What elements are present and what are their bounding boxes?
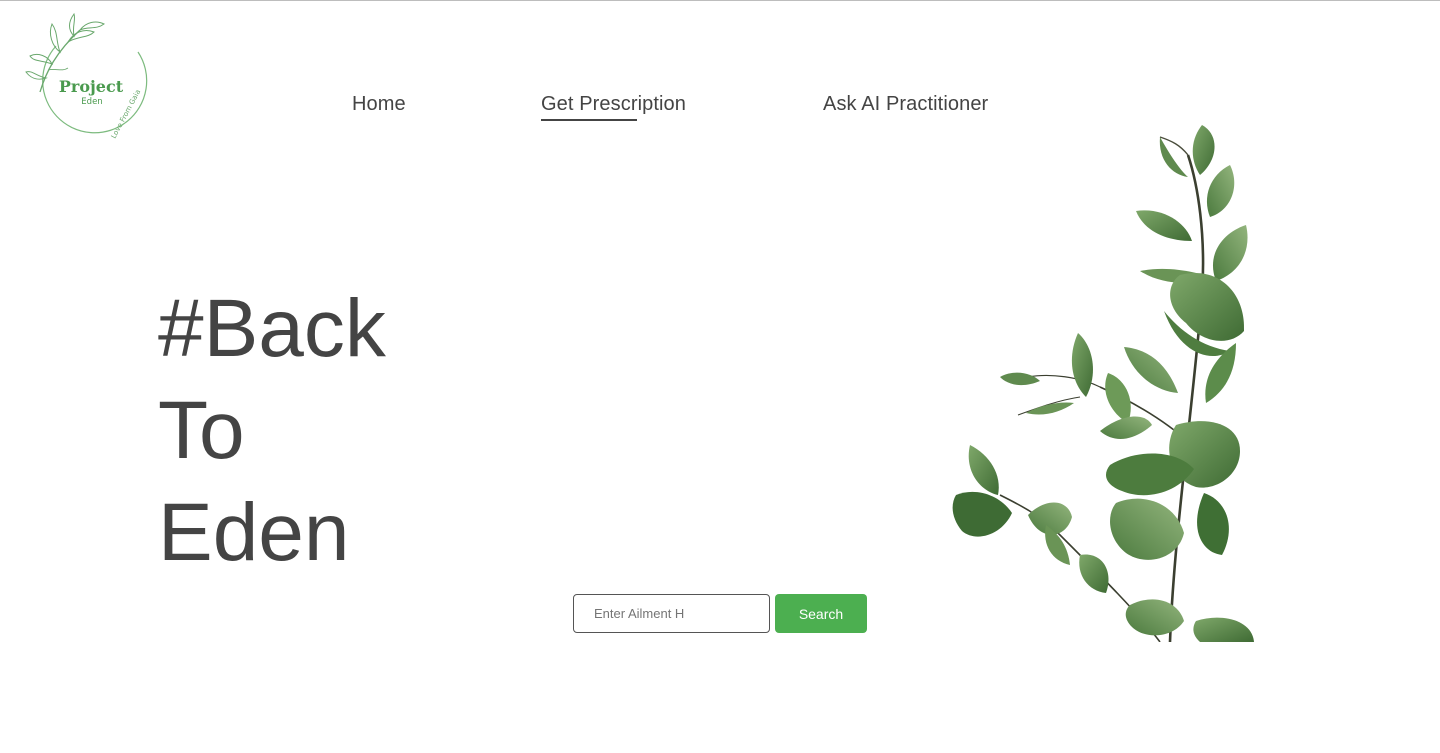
ailment-search-input[interactable] [573,594,770,633]
top-border [0,0,1440,1]
nav-get-prescription-link[interactable]: Get Prescription [541,93,686,116]
active-nav-underline [541,119,637,121]
hero-line-to: To [158,385,245,476]
hero-heading: #Back To Eden [158,278,386,584]
nav-ask-ai-practitioner-link[interactable]: Ask AI Practitioner [823,93,988,116]
search-button[interactable]: Search [775,594,867,633]
hero-line-eden: Eden [158,487,350,578]
hero-line-back: #Back [158,283,386,374]
eucalyptus-branch-image [940,115,1270,642]
nav-home-link[interactable]: Home [352,93,406,116]
